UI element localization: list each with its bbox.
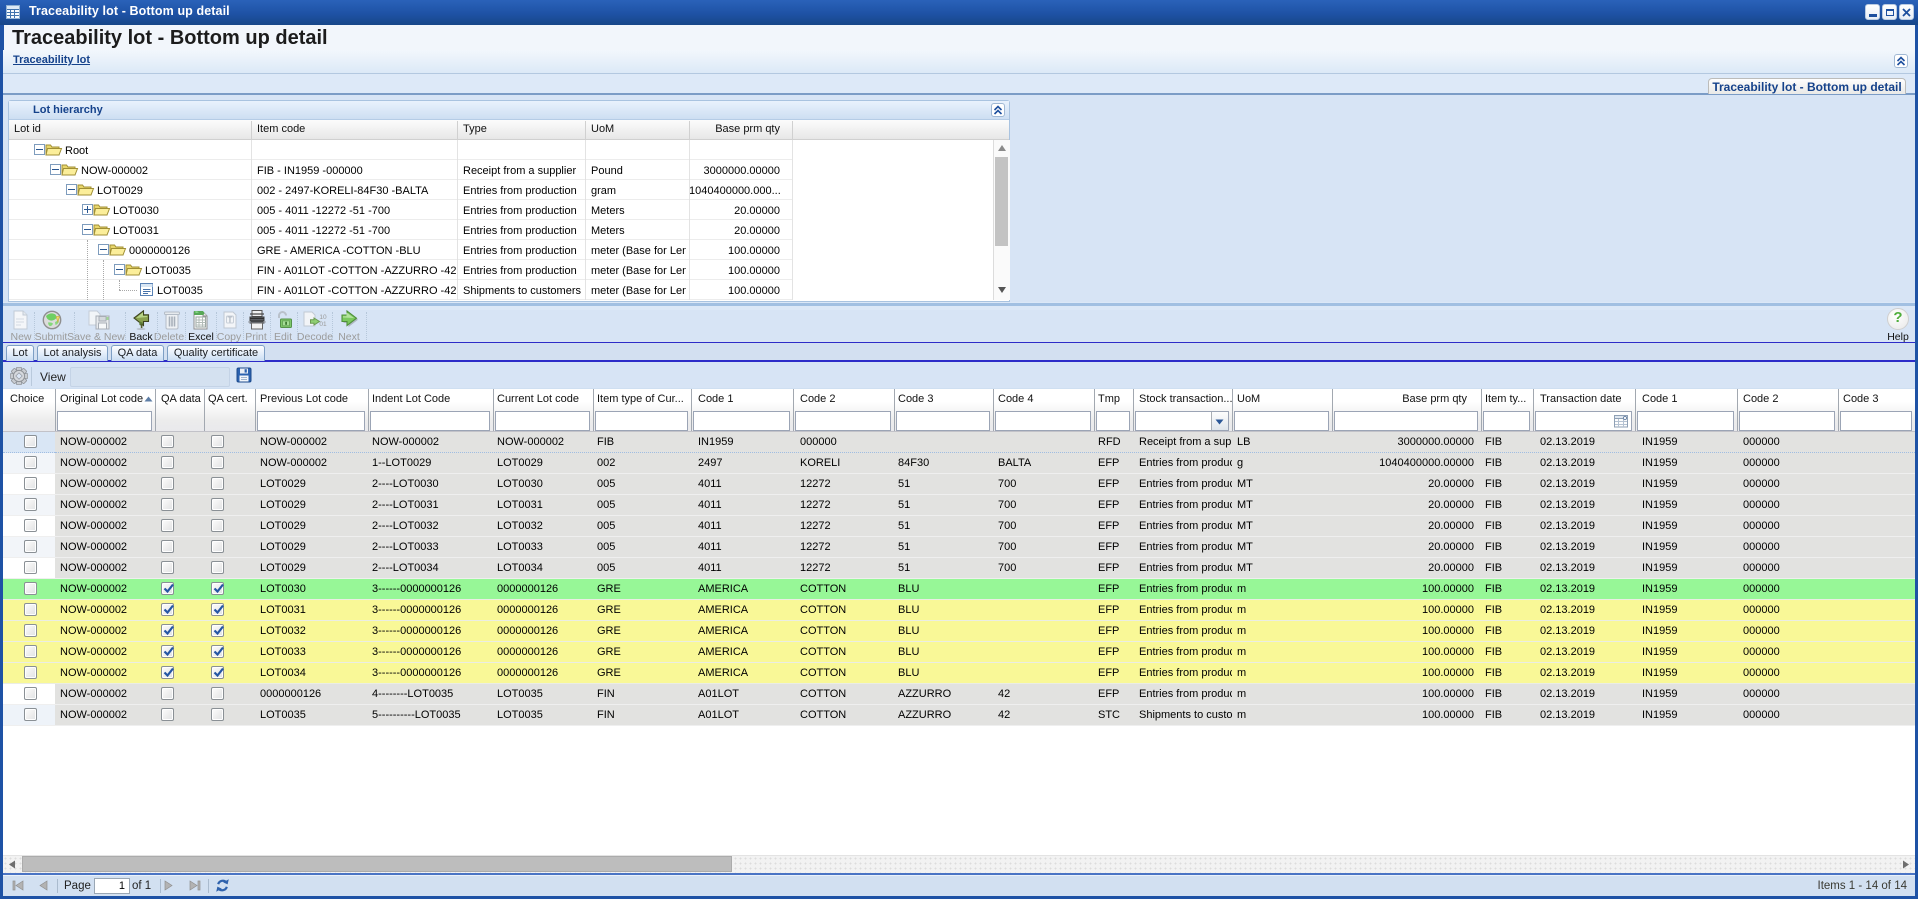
svg-text:01: 01 [319,321,327,328]
svg-text:10: 10 [319,314,327,321]
svg-text:T: T [228,316,233,325]
